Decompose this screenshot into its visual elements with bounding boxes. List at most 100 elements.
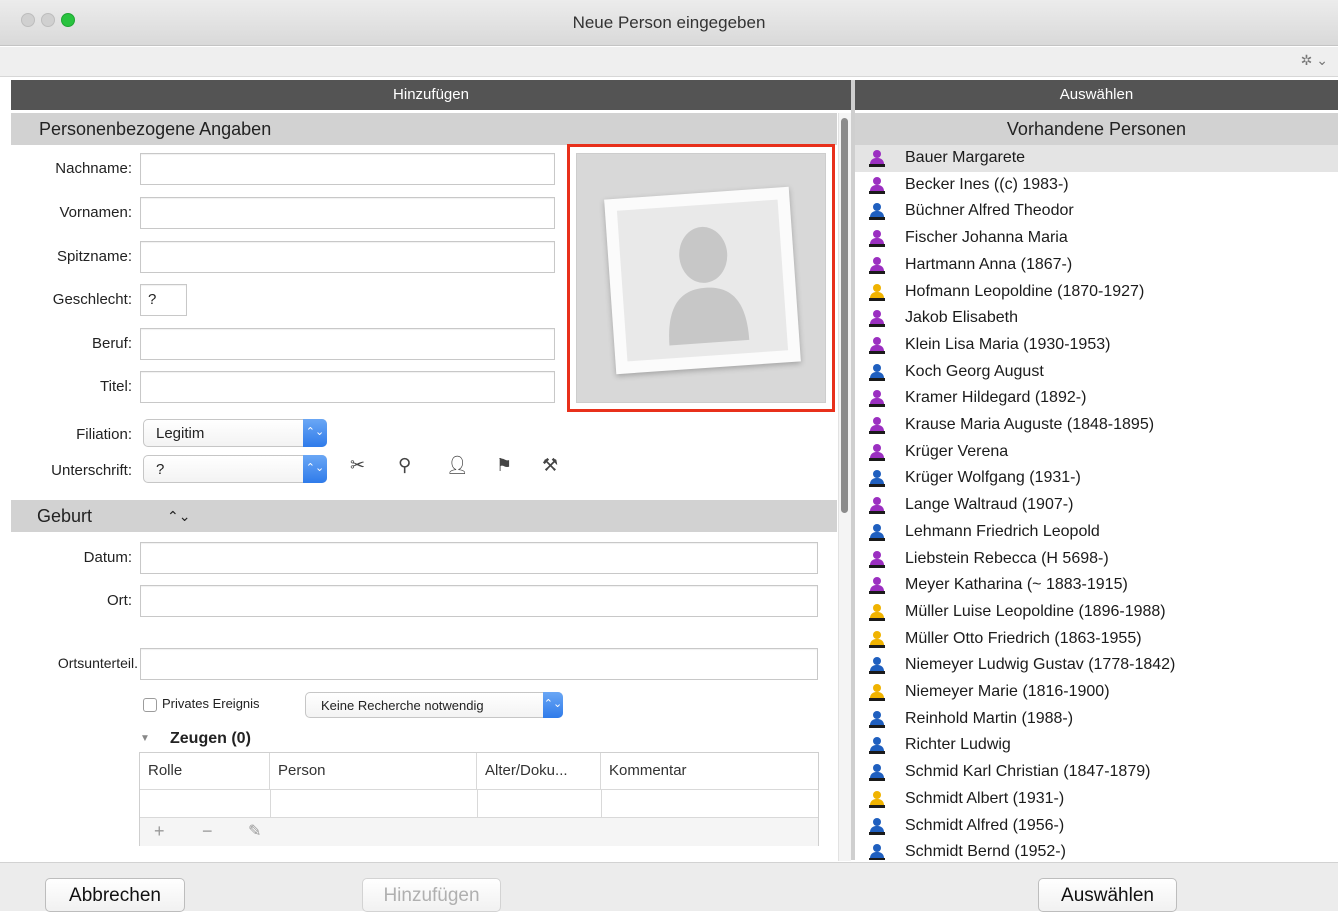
witnesses-label[interactable]: Zeugen (0) [170, 730, 251, 748]
title-field[interactable] [140, 371, 555, 403]
person-list-item[interactable]: Lange Waltraud (1907-) [855, 492, 1338, 519]
person-list-item[interactable]: Krause Maria Auguste (1848-1895) [855, 412, 1338, 439]
disclosure-triangle-icon[interactable]: ▼ [140, 733, 150, 744]
person-list-item[interactable]: Meyer Katharina (~ 1883-1915) [855, 572, 1338, 599]
person-list-item[interactable]: Becker Ines ((c) 1983-) [855, 172, 1338, 199]
person-name: Müller Luise Leopoldine (1896-1988) [905, 602, 1166, 620]
person-icon [869, 497, 885, 515]
column-header-age[interactable]: Alter/Doku... [477, 753, 601, 789]
person-list-item[interactable]: Müller Otto Friedrich (1863-1955) [855, 626, 1338, 653]
signature-select[interactable]: ? ⌃⌄ [143, 455, 327, 483]
person-list-item[interactable]: Richter Ludwig [855, 732, 1338, 759]
person-list-item[interactable]: Koch Georg August [855, 359, 1338, 386]
section-stepper-icon[interactable]: ⌃⌄ [167, 500, 190, 532]
add-button[interactable]: Hinzufügen [362, 878, 501, 912]
person-list-item[interactable]: Krüger Wolfgang (1931-) [855, 465, 1338, 492]
person-list-item[interactable]: Niemeyer Ludwig Gustav (1778-1842) [855, 652, 1338, 679]
signature-value: ? [156, 461, 165, 478]
person-name: Lehmann Friedrich Leopold [905, 522, 1100, 540]
gender-field[interactable]: ? [140, 284, 187, 316]
plus-icon[interactable]: + [154, 821, 165, 842]
person-list-item[interactable]: Schmid Karl Christian (1847-1879) [855, 759, 1338, 786]
person-icon [869, 310, 885, 328]
first-names-label: Vornamen: [59, 204, 132, 221]
person-list-item[interactable]: Niemeyer Marie (1816-1900) [855, 679, 1338, 706]
cancel-button[interactable]: Abbrechen [45, 878, 185, 912]
person-icon [869, 657, 885, 675]
person-icon [869, 523, 885, 541]
column-header-person[interactable]: Person [270, 753, 477, 789]
person-name: Niemeyer Ludwig Gustav (1778-1842) [905, 656, 1176, 674]
person-list-item[interactable]: Klein Lisa Maria (1930-1953) [855, 332, 1338, 359]
private-event-checkbox[interactable] [143, 698, 157, 712]
filiation-label: Filiation: [76, 426, 132, 443]
date-field[interactable] [140, 542, 818, 574]
nickname-field[interactable] [140, 241, 555, 273]
person-icon [869, 630, 885, 648]
person-name: Büchner Alfred Theodor [905, 202, 1074, 220]
person-list-item[interactable]: Krüger Verena [855, 439, 1338, 466]
person-list-item[interactable]: Fischer Johanna Maria [855, 225, 1338, 252]
column-header-comment[interactable]: Kommentar [601, 753, 818, 789]
filiation-select[interactable]: Legitim ⌃⌄ [143, 419, 327, 447]
person-icon[interactable]: 👤︎ [446, 455, 469, 476]
minus-icon[interactable]: − [202, 821, 213, 842]
person-list[interactable]: Bauer Margarete Becker Ines ((c) 1983-) Bü… [855, 145, 1338, 860]
pencil-icon[interactable]: ✎ [248, 821, 261, 841]
person-list-item[interactable]: Schmidt Alfred (1956-) [855, 813, 1338, 840]
gender-label: Geschlecht: [52, 291, 132, 308]
flag-icon[interactable]: ⚑ [496, 455, 512, 476]
birth-section-header[interactable]: Geburt ⌃⌄ [11, 500, 837, 532]
scissors-icon[interactable]: ✂ [350, 455, 365, 476]
person-list-item[interactable]: Kramer Hildegard (1892-) [855, 385, 1338, 412]
person-list-item[interactable]: Müller Luise Leopoldine (1896-1988) [855, 599, 1338, 626]
person-list-item[interactable]: Lehmann Friedrich Leopold [855, 519, 1338, 546]
person-icon [869, 737, 885, 755]
person-icon [869, 283, 885, 301]
table-divider [601, 789, 602, 817]
person-list-item[interactable]: Hartmann Anna (1867-) [855, 252, 1338, 279]
existing-persons-header: Vorhandene Personen [855, 113, 1338, 145]
person-list-item[interactable]: Schmidt Bernd (1952-) [855, 839, 1338, 860]
person-icon [869, 256, 885, 274]
person-list-item[interactable]: Liebstein Rebecca (H 5698-) [855, 546, 1338, 573]
hammer-icon[interactable]: ⚒ [542, 455, 558, 476]
select-stepper-icon: ⌃⌄ [303, 419, 327, 447]
person-name: Schmidt Bernd (1952-) [905, 843, 1066, 860]
person-list-item[interactable]: Büchner Alfred Theodor [855, 198, 1338, 225]
person-name: Meyer Katharina (~ 1883-1915) [905, 576, 1128, 594]
person-list-item[interactable]: Reinhold Martin (1988-) [855, 706, 1338, 733]
person-icon [869, 817, 885, 835]
window-title: Neue Person eingegeben [572, 13, 766, 32]
place-label: Ort: [107, 592, 132, 609]
research-select[interactable]: Keine Recherche notwendig ⌃⌄ [305, 692, 563, 718]
person-list-item[interactable]: Bauer Margarete [855, 145, 1338, 172]
person-icon [869, 336, 885, 354]
person-name: Bauer Margarete [905, 149, 1026, 166]
place-field[interactable] [140, 585, 818, 617]
surname-field[interactable] [140, 153, 555, 185]
silhouette-icon [616, 199, 789, 362]
place-part-field[interactable] [140, 648, 818, 680]
person-name: Hartmann Anna (1867-) [905, 255, 1073, 273]
witnesses-table[interactable]: Rolle Person Alter/Doku... Kommentar + −… [139, 752, 819, 846]
person-name: Krüger Wolfgang (1931-) [905, 469, 1081, 487]
person-icon [869, 417, 885, 434]
research-value: Keine Recherche notwendig [321, 698, 484, 713]
select-button[interactable]: Auswählen [1038, 878, 1177, 912]
remove-link-icon[interactable]: ⚲ [398, 455, 411, 476]
person-list-item[interactable]: Schmidt Albert (1931-) [855, 786, 1338, 813]
occupation-field[interactable] [140, 328, 555, 360]
nickname-label: Spitzname: [56, 248, 132, 265]
form-scrollbar-thumb[interactable] [841, 118, 848, 513]
person-name: Schmid Karl Christian (1847-1879) [905, 763, 1151, 781]
column-header-role[interactable]: Rolle [140, 753, 270, 789]
first-names-field[interactable] [140, 197, 555, 229]
person-icon [869, 790, 885, 808]
select-panel-header: Auswählen [855, 80, 1338, 110]
person-list-item[interactable]: Jakob Elisabeth [855, 305, 1338, 332]
person-icon [869, 710, 885, 728]
gear-menu-icon[interactable]: ✲ ⌄ [1301, 52, 1328, 69]
person-name: Lange Waltraud (1907-) [905, 496, 1074, 514]
person-list-item[interactable]: Hofmann Leopoldine (1870-1927) [855, 279, 1338, 306]
